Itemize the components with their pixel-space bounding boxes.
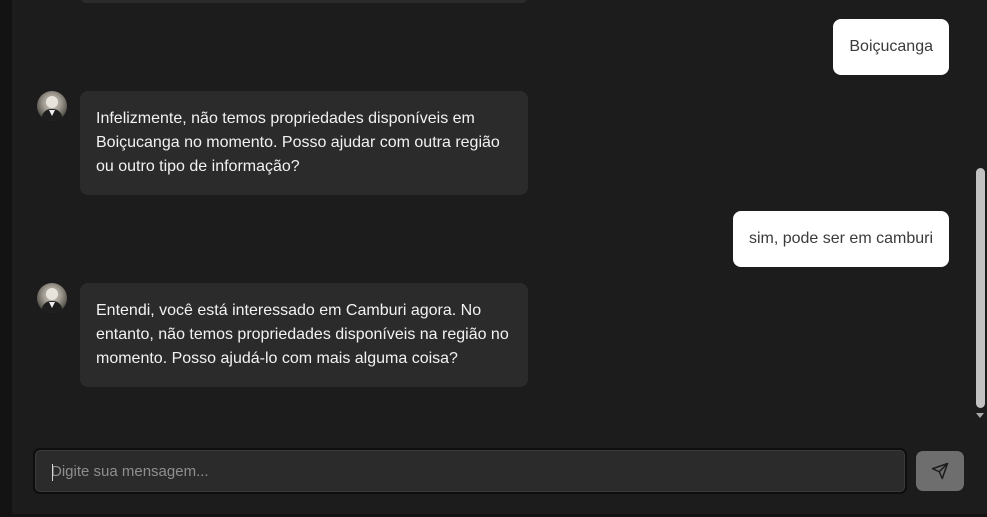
send-icon <box>931 462 949 480</box>
bot-avatar <box>37 283 67 313</box>
bot-avatar <box>37 91 67 121</box>
message-composer <box>33 448 907 494</box>
bot-message: Entendi, você está interessado em Cambur… <box>80 283 528 387</box>
user-message: sim, pode ser em camburi <box>732 211 949 267</box>
left-panel-edge <box>0 0 12 517</box>
previous-message-fragment <box>80 0 528 3</box>
message-input[interactable] <box>51 450 891 492</box>
bot-message: Infelizmente, não temos propriedades dis… <box>80 91 528 195</box>
scrollbar-thumb[interactable] <box>976 168 985 408</box>
text-caret <box>52 464 53 481</box>
chat-app: Boiçucanga Infelizmente, não temos propr… <box>0 0 987 517</box>
send-button[interactable] <box>916 451 964 491</box>
user-message: Boiçucanga <box>833 19 949 75</box>
chat-scrollbar[interactable] <box>973 0 987 426</box>
scroll-down-arrow-icon[interactable] <box>976 413 984 418</box>
